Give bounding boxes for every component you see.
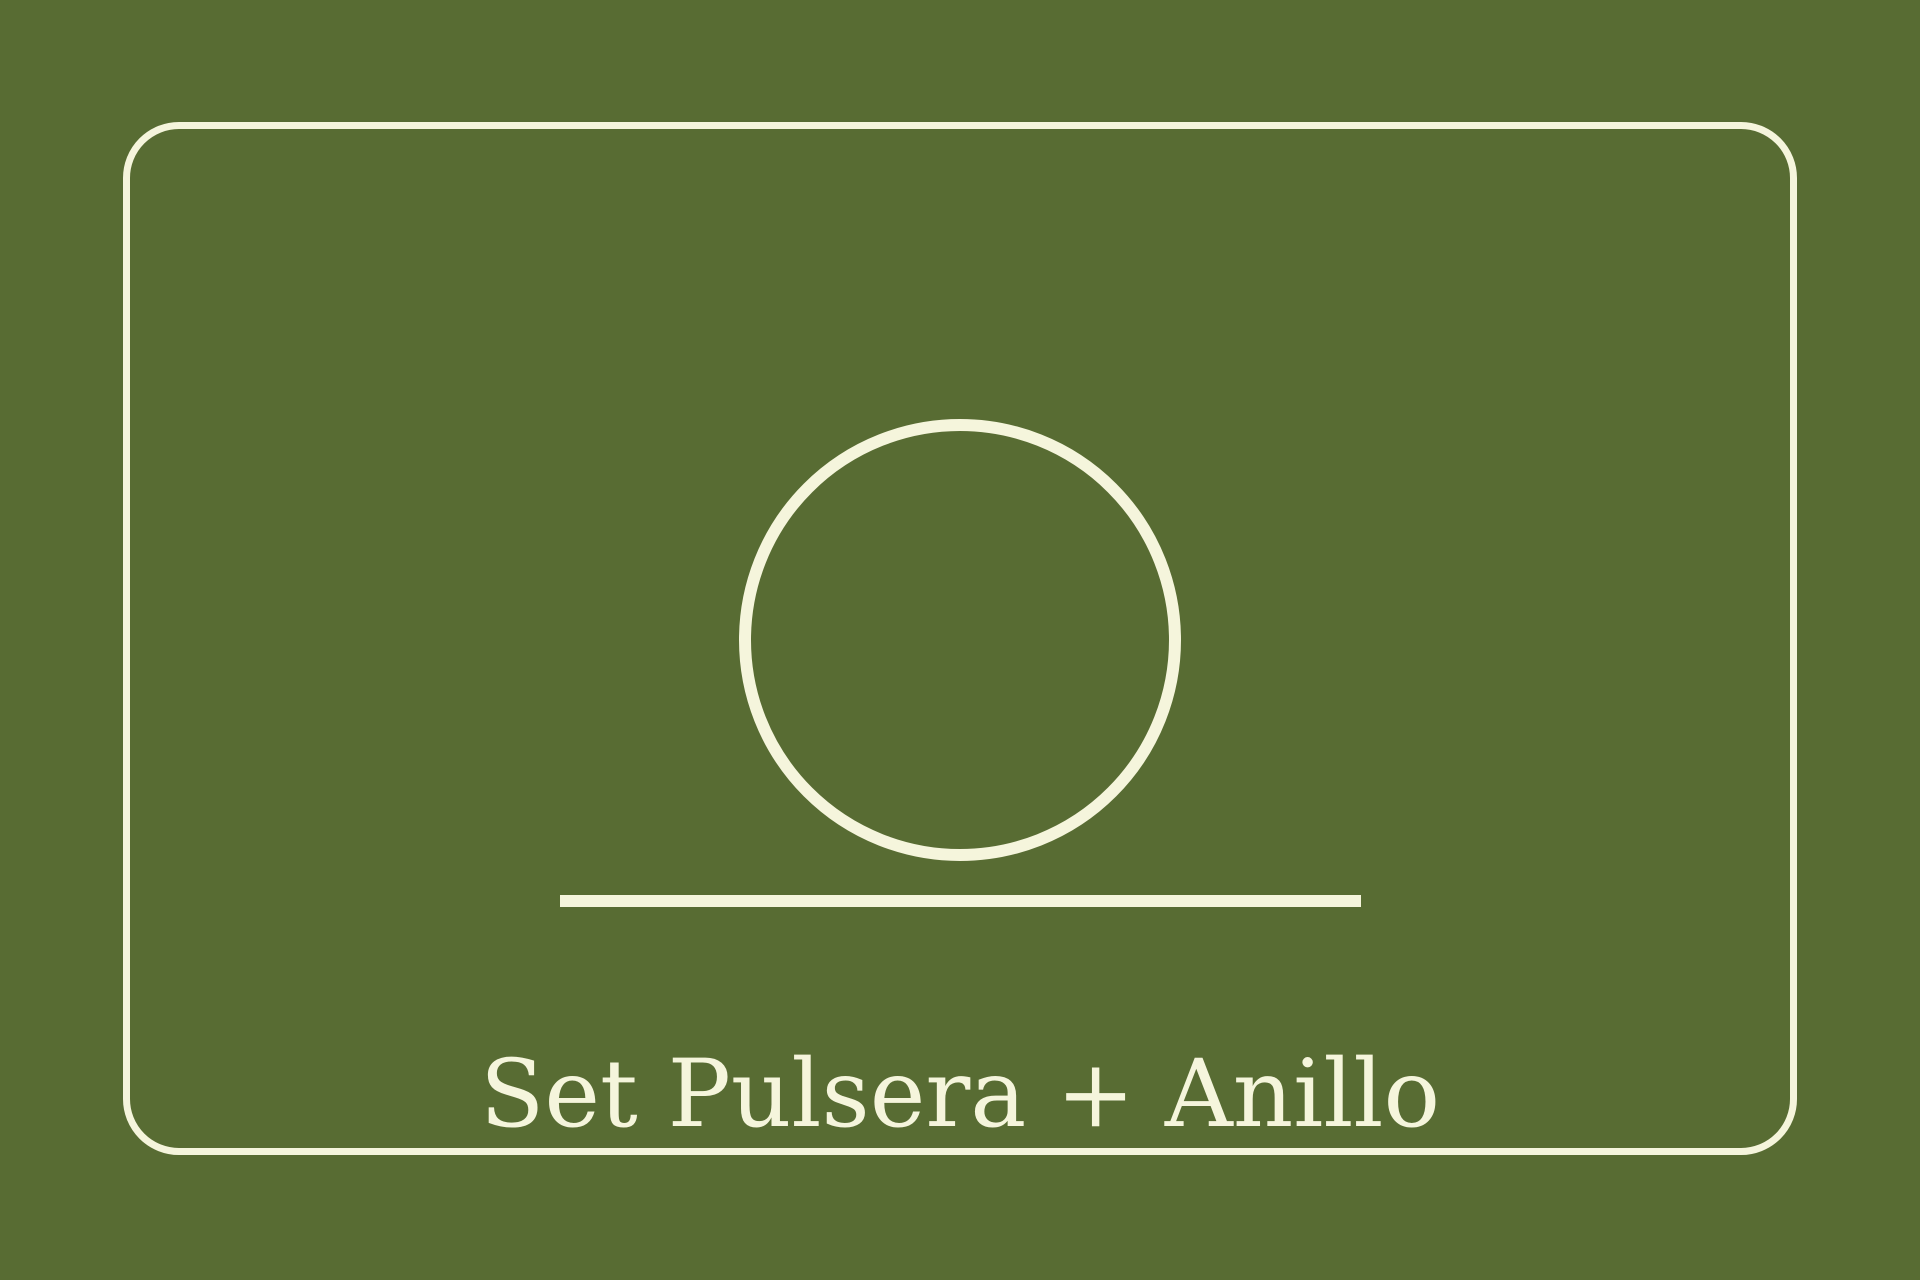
ring-shape — [739, 419, 1181, 861]
product-placeholder-card: Set Pulsera + Anillo — [0, 0, 1920, 1280]
product-title: Set Pulsera + Anillo — [479, 1040, 1441, 1149]
